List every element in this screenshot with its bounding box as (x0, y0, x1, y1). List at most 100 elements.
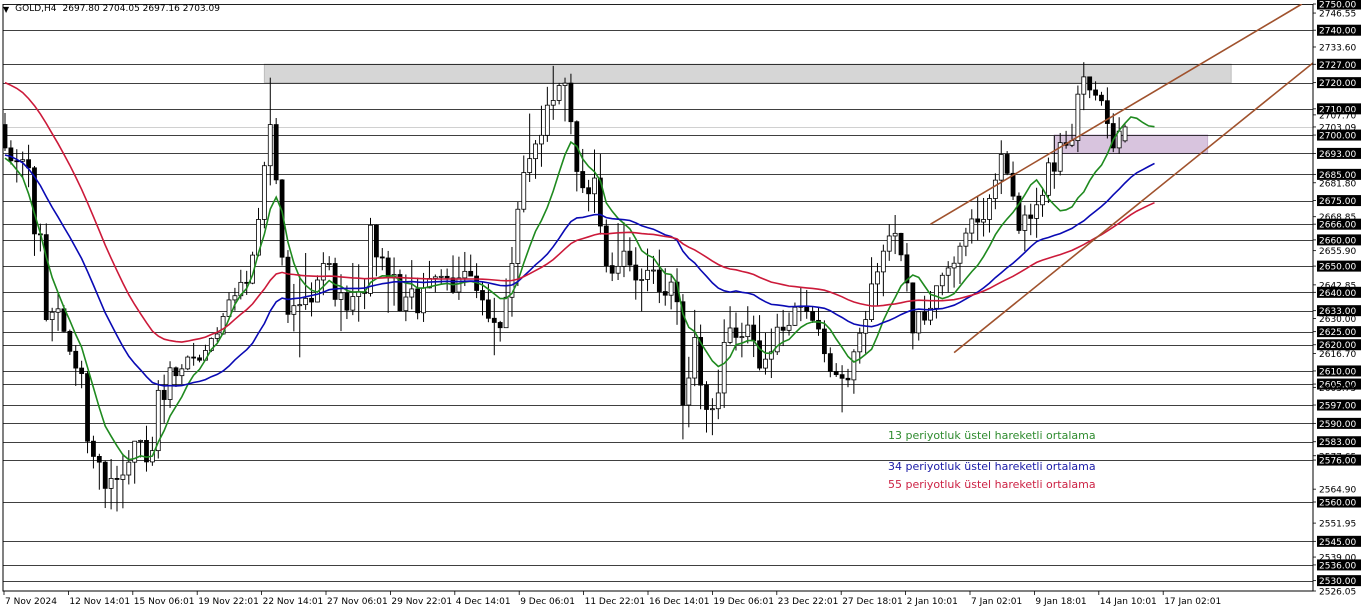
candle-body (663, 292, 667, 296)
candle-body (233, 296, 237, 300)
candle-body (327, 263, 331, 264)
price-level-label: 2660.00 (1319, 236, 1356, 246)
time-tick-label: 2 Jan 10:01 (907, 597, 958, 607)
candle-body (651, 270, 655, 271)
price-level-label: 2536.00 (1319, 561, 1356, 571)
time-tick-label: 16 Dec 14:01 (649, 597, 710, 607)
candle-body (569, 83, 573, 122)
candle-body (115, 478, 119, 479)
chart-header: ▼ GOLD,H4 2697.80 2704.05 2697.16 2703.0… (3, 4, 220, 14)
candle-body (616, 266, 620, 273)
candle-body (215, 334, 219, 338)
time-tick-label: 7 Jan 02:01 (971, 597, 1022, 607)
candle-body (734, 328, 738, 337)
candle-body (492, 318, 496, 322)
candle-body (911, 283, 915, 333)
price-level-label: 2625.00 (1319, 328, 1356, 338)
price-level-label: 2693.00 (1319, 150, 1356, 160)
time-tick-label: 12 Nov 14:01 (69, 597, 130, 607)
candle-body (91, 441, 95, 456)
candle-body (1029, 215, 1033, 218)
candle-body (763, 359, 767, 368)
candle-body (162, 390, 166, 399)
candle-body (321, 263, 325, 280)
candle-body (380, 257, 384, 258)
candle-body (56, 309, 60, 312)
price-level-label: 2545.00 (1319, 538, 1356, 548)
price-tick-label: 2616.70 (1319, 350, 1356, 360)
candle-body (121, 475, 125, 479)
candle-body (811, 311, 815, 320)
ema34-annotation: 34 periyotluk üstel hareketli ortalama (888, 460, 1096, 473)
time-tick-label: 27 Dec 18:01 (842, 597, 903, 607)
candle-body (899, 233, 903, 254)
candle-body (286, 257, 290, 314)
candle-body (870, 284, 874, 320)
candle-body (422, 288, 426, 313)
time-tick-label: 23 Dec 22:01 (778, 597, 839, 607)
candle-body (958, 246, 962, 263)
candle-body (628, 251, 632, 265)
dropdown-triangle-icon[interactable]: ▼ (3, 5, 9, 14)
candle-body (439, 276, 443, 277)
time-tick-label: 19 Nov 22:01 (198, 597, 259, 607)
price-tick-label: 2707.70 (1319, 111, 1356, 121)
price-tick-label: 2551.95 (1319, 520, 1356, 530)
candle-body (793, 307, 797, 325)
candle-body (752, 325, 756, 341)
time-tick-label: 7 Nov 2024 (5, 597, 57, 607)
candle-body (846, 378, 850, 380)
candle-body (268, 125, 272, 166)
time-tick-label: 19 Dec 06:01 (713, 597, 774, 607)
candle-body (1052, 163, 1056, 171)
time-tick-label: 27 Nov 06:01 (327, 597, 388, 607)
candle-body (80, 368, 84, 374)
candle-body (940, 275, 944, 285)
candle-body (917, 312, 921, 333)
candle-body (386, 258, 390, 278)
plot-frame (3, 4, 1313, 591)
candle-body (881, 251, 885, 272)
candle-body (610, 266, 614, 274)
candle-body (999, 154, 1003, 180)
candle-body (504, 297, 508, 327)
candle-body (604, 226, 608, 266)
candle-body (970, 219, 974, 233)
candle-body (781, 327, 785, 330)
candle-body (1035, 205, 1039, 219)
price-level-label: 2576.00 (1319, 457, 1356, 467)
price-tick-label: 2564.90 (1319, 486, 1356, 496)
candle-body (139, 440, 143, 441)
candle-body (186, 357, 190, 369)
price-level-label: 2590.00 (1319, 420, 1356, 430)
price-level-label: 2666.00 (1319, 221, 1356, 231)
candle-body (74, 351, 78, 368)
candle-body (127, 462, 131, 475)
candle-body (687, 378, 691, 405)
candle-body (333, 263, 337, 299)
candle-body (952, 263, 956, 268)
price-level-label: 2530.00 (1319, 577, 1356, 587)
candle-body (1088, 77, 1092, 90)
candle-body (1046, 163, 1050, 196)
candle-body (298, 305, 302, 306)
candle-body (516, 209, 520, 263)
ema13-annotation: 13 periyotluk üstel hareketli ortalama (888, 429, 1096, 442)
candle-body (103, 462, 107, 488)
candle-body (758, 341, 762, 368)
candle-body (1099, 95, 1103, 101)
candle-body (858, 333, 862, 352)
candle-body (646, 270, 650, 279)
candle-body (21, 160, 25, 162)
candle-body (274, 125, 278, 180)
candle-body (1041, 195, 1045, 204)
candle-body (1082, 77, 1086, 94)
candle-body (3, 125, 7, 148)
candle-body (9, 148, 13, 161)
candle-body (693, 337, 697, 378)
candle-body (593, 178, 597, 194)
price-level-label: 2597.00 (1319, 402, 1356, 412)
candle-body (710, 409, 714, 410)
candle-body (86, 374, 90, 442)
price-level-label: 2740.00 (1319, 27, 1356, 37)
